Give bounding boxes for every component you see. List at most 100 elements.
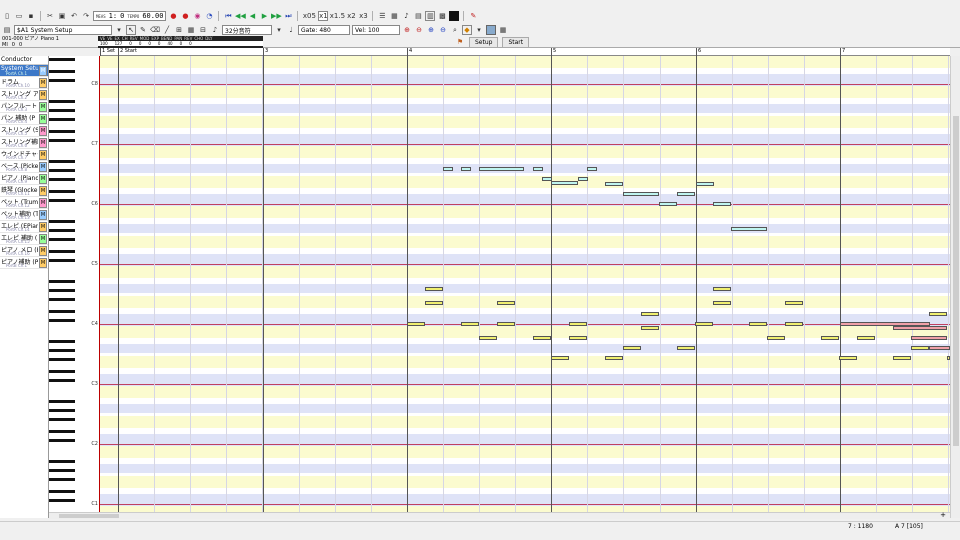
- ruler-marker[interactable]: 6: [696, 48, 701, 56]
- score-view-icon[interactable]: ♪: [401, 11, 411, 21]
- save-icon[interactable]: ▪: [26, 11, 36, 21]
- pencil-tool-icon[interactable]: ✎: [138, 25, 148, 35]
- track-mute-toggle[interactable]: M: [39, 186, 47, 196]
- midi-note[interactable]: [623, 346, 641, 350]
- midi-note[interactable]: [551, 356, 569, 360]
- midi-note[interactable]: [497, 322, 515, 326]
- black-key[interactable]: [49, 58, 75, 61]
- track-item[interactable]: ペット (TrumpePortA Ch.12M: [0, 197, 48, 209]
- midi-note[interactable]: [839, 356, 857, 360]
- midi-note[interactable]: [479, 167, 524, 171]
- piano-keyboard[interactable]: C8 C7 C6 C5 C4 C3 C2 C1: [49, 56, 100, 512]
- gate-field[interactable]: Gate: 480: [298, 25, 350, 35]
- zoom-x2[interactable]: x2: [346, 11, 356, 21]
- track-item[interactable]: ペット補助 (Tr PortA Ch.13 M: [0, 209, 48, 221]
- track-item[interactable]: ウインドチャイPortA Ch.7M: [0, 149, 48, 161]
- track-mute-toggle[interactable]: M: [39, 174, 47, 184]
- setup-button[interactable]: Setup: [469, 36, 499, 48]
- track-mute-toggle[interactable]: M: [39, 102, 47, 112]
- zoom-out-icon[interactable]: ⊖: [414, 25, 424, 35]
- track-item[interactable]: パン 補助 (P PortA Ch.4 M: [0, 113, 48, 125]
- black-key[interactable]: [49, 358, 75, 361]
- midi-note[interactable]: [749, 322, 767, 326]
- open-file-icon[interactable]: ▭: [14, 11, 24, 21]
- track-item[interactable]: ベース (PickedPortA Ch.8M: [0, 161, 48, 173]
- midi-note[interactable]: [821, 336, 839, 340]
- black-key[interactable]: [49, 340, 75, 343]
- horizontal-scrollbar[interactable]: +: [49, 511, 950, 519]
- midi-note[interactable]: [659, 202, 677, 206]
- cut-icon[interactable]: ✂: [45, 11, 55, 21]
- track-item[interactable]: ストリング補助PortA Ch.6M: [0, 137, 48, 149]
- play-icon[interactable]: ▶: [259, 11, 269, 21]
- black-key[interactable]: [49, 310, 75, 313]
- track-mute-toggle[interactable]: M: [39, 246, 47, 256]
- piano-roll-grid[interactable]: [100, 56, 950, 512]
- track-item[interactable]: エレピ (EPian PortA Ch.14 M: [0, 221, 48, 233]
- new-file-icon[interactable]: ▯: [2, 11, 12, 21]
- midi-monitor-icon[interactable]: ▩: [437, 11, 447, 21]
- record-step-icon[interactable]: ●: [180, 11, 190, 21]
- midi-note[interactable]: [497, 301, 515, 305]
- track-mute-toggle[interactable]: M: [39, 138, 47, 148]
- track-mute-toggle[interactable]: M: [39, 90, 47, 100]
- midi-note[interactable]: [785, 301, 803, 305]
- black-key[interactable]: [49, 298, 75, 301]
- black-key[interactable]: [49, 178, 75, 181]
- black-key[interactable]: [49, 199, 75, 202]
- black-key[interactable]: [49, 289, 75, 292]
- track-mute-toggle[interactable]: M: [39, 66, 47, 76]
- grid-icon[interactable]: ▦: [186, 25, 196, 35]
- line-tool-icon[interactable]: ╱: [162, 25, 172, 35]
- midi-note[interactable]: [407, 322, 425, 326]
- black-key[interactable]: [49, 169, 75, 172]
- black-key[interactable]: [49, 370, 75, 373]
- black-key[interactable]: [49, 319, 75, 322]
- black-key[interactable]: [49, 430, 75, 433]
- black-key[interactable]: [49, 139, 75, 142]
- midi-note[interactable]: [623, 192, 659, 196]
- black-key[interactable]: [49, 409, 75, 412]
- filter-dropdown-icon[interactable]: ▾: [474, 25, 484, 35]
- track-mute-toggle[interactable]: M: [39, 198, 47, 208]
- midi-note[interactable]: [731, 227, 767, 231]
- redo-icon[interactable]: ↷: [81, 11, 91, 21]
- ruler-marker[interactable]: 7: [840, 48, 845, 56]
- black-key[interactable]: [49, 118, 75, 121]
- ruler-marker[interactable]: 4: [407, 48, 412, 56]
- black-key[interactable]: [49, 400, 75, 403]
- midi-note[interactable]: [569, 336, 587, 340]
- vertical-scroll-thumb[interactable]: [953, 116, 959, 446]
- vertical-scrollbar[interactable]: [950, 56, 960, 518]
- paste-icon[interactable]: ▣: [57, 11, 67, 21]
- midi-note[interactable]: [713, 287, 731, 291]
- black-key[interactable]: [49, 250, 75, 253]
- track-select[interactable]: $A1 System Setup: [14, 25, 112, 35]
- metronome-icon[interactable]: ◔: [204, 11, 214, 21]
- start-button[interactable]: Start: [502, 36, 530, 48]
- black-key[interactable]: [49, 379, 75, 382]
- midi-note[interactable]: [893, 326, 947, 330]
- zoom-x15[interactable]: x1.5: [330, 11, 345, 21]
- track-item[interactable]: ストリング ア (PortA Ch.2M: [0, 89, 48, 101]
- black-key[interactable]: [49, 130, 75, 133]
- color-icon[interactable]: [486, 25, 496, 35]
- black-key[interactable]: [49, 70, 75, 73]
- midi-note[interactable]: [425, 301, 443, 305]
- track-item[interactable]: ピアノ補助 (Pi PortB Ch.1 M: [0, 257, 48, 269]
- midi-note[interactable]: [605, 356, 623, 360]
- midi-note[interactable]: [767, 336, 785, 340]
- track-dropdown-icon[interactable]: ▾: [114, 25, 124, 35]
- black-key[interactable]: [49, 478, 75, 481]
- to-start-icon[interactable]: ⏮: [223, 11, 233, 21]
- midi-note[interactable]: [551, 181, 578, 185]
- midi-note[interactable]: [911, 336, 947, 340]
- velocity-field[interactable]: Vel: 100: [352, 25, 400, 35]
- track-mute-toggle[interactable]: M: [39, 258, 47, 268]
- midi-note[interactable]: [695, 322, 713, 326]
- zoom-plus-icon[interactable]: +: [940, 511, 946, 519]
- zoom-x3[interactable]: x3: [358, 11, 368, 21]
- zoom-h-out-icon[interactable]: ⊖: [438, 25, 448, 35]
- midi-note[interactable]: [677, 192, 695, 196]
- black-key[interactable]: [49, 490, 75, 493]
